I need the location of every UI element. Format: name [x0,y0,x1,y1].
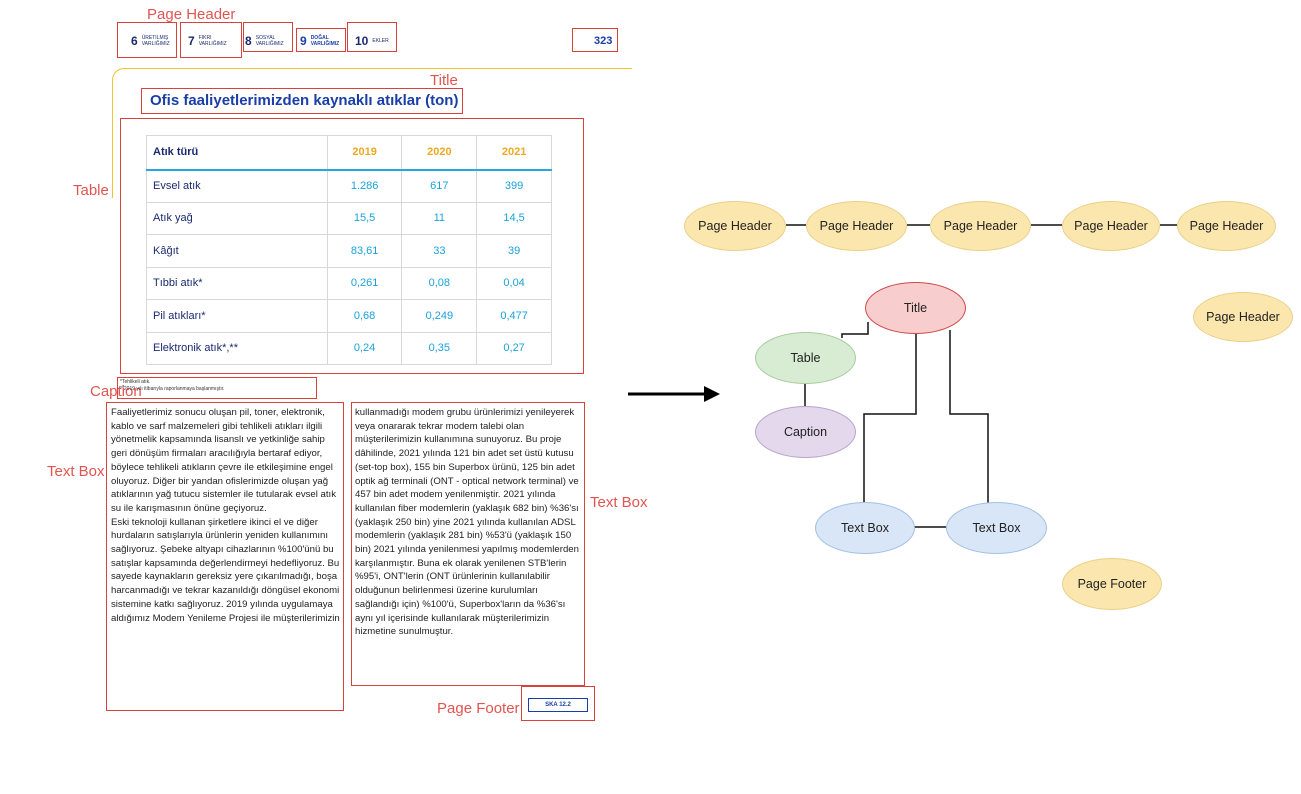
graph-edges [628,224,1177,528]
graph-node-page-header-5: Page Header [1177,201,1276,251]
graph-node-text-box-1: Text Box [815,502,915,554]
graph-node-title: Title [865,282,966,334]
graph-node-text-box-2: Text Box [946,502,1047,554]
graph-node-caption: Caption [755,406,856,458]
edge-title-textbox2 [949,330,989,504]
edge-title-table [841,322,869,338]
graph-node-page-header-3: Page Header [930,201,1031,251]
edge-title-textbox1 [863,334,917,504]
graph-node-page-header-1: Page Header [684,201,786,251]
arrow-head [704,386,720,402]
graph-node-page-footer: Page Footer [1062,558,1162,610]
graph-node-table: Table [755,332,856,384]
graph-node-page-header-4: Page Header [1062,201,1160,251]
graph-node-page-header-2: Page Header [806,201,907,251]
graph-node-page-header-6: Page Header [1193,292,1293,342]
